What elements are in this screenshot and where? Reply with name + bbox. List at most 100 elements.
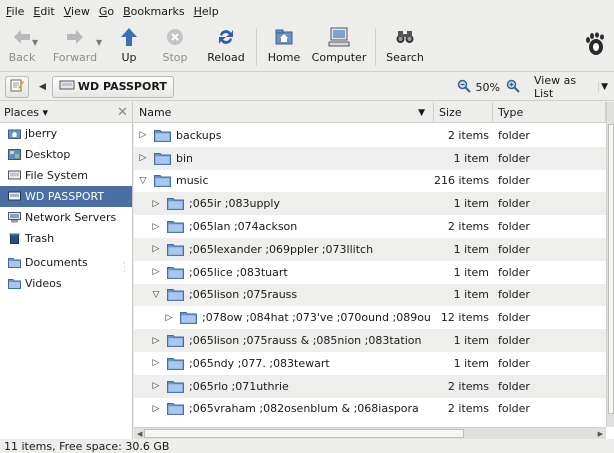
breadcrumb-scroll-left-icon[interactable]: ◀ bbox=[39, 82, 46, 92]
file-name: ;078ow ;084hat ;073've ;070ound ;089ou bbox=[202, 311, 431, 325]
sidebar-item-network-servers[interactable]: Network Servers bbox=[0, 207, 132, 228]
horizontal-scroll-thumb[interactable] bbox=[144, 429, 464, 438]
sidebar-item-trash[interactable]: Trash bbox=[0, 228, 132, 249]
breadcrumb-current[interactable]: WD PASSPORT bbox=[51, 75, 174, 98]
toolbar: Back ▼ Forward ▼ Up Stop Reload Home Com… bbox=[0, 22, 614, 72]
expander-collapsed-icon[interactable]: ▷ bbox=[150, 336, 162, 346]
menu-bookmarks[interactable]: Bookmarks bbox=[123, 5, 184, 18]
table-row[interactable]: ▽ ;065lison ;075rauss 1 item folder bbox=[134, 283, 606, 307]
table-row[interactable]: ▷ ;065lison ;075rauss & ;085nion ;083tati… bbox=[134, 329, 606, 352]
file-rows: ▷ backups 2 items folder ▷ bin 1 item folder ▽ mu… bbox=[134, 124, 606, 420]
sidebar-item-wd-passport[interactable]: WD PASSPORT bbox=[0, 186, 132, 207]
type-cell: folder bbox=[498, 288, 530, 302]
zoom-level[interactable]: 50% bbox=[476, 81, 500, 94]
places-dropdown[interactable]: Places ▾ bbox=[4, 106, 48, 119]
home-icon bbox=[273, 26, 295, 48]
sidebar-resize-grip-icon[interactable]: · · · bbox=[123, 260, 126, 276]
table-row[interactable]: ▷ ;065lice ;083tuart 1 item folder bbox=[134, 261, 606, 284]
expander-collapsed-icon[interactable]: ▷ bbox=[150, 358, 162, 368]
vertical-scrollbar[interactable] bbox=[606, 102, 614, 427]
expander-collapsed-icon[interactable]: ▷ bbox=[150, 222, 162, 232]
table-row[interactable]: ▷ ;065lexander ;069ppler ;073llitch 1 item… bbox=[134, 237, 606, 261]
expander-collapsed-icon[interactable]: ▷ bbox=[137, 130, 149, 140]
vertical-scroll-thumb[interactable] bbox=[608, 124, 614, 414]
toolbar-separator bbox=[256, 28, 257, 66]
expander-collapsed-icon[interactable]: ▷ bbox=[150, 244, 162, 254]
file-name: bin bbox=[176, 151, 194, 165]
name-cell: ▷ ;065ndy ;077. ;083tewart bbox=[134, 357, 434, 370]
folder-icon bbox=[167, 288, 184, 302]
expander-collapsed-icon[interactable]: ▷ bbox=[150, 267, 162, 277]
table-row[interactable]: ▷ ;078ow ;084hat ;073've ;070ound ;089ou 1… bbox=[134, 306, 606, 329]
table-row[interactable]: ▷ ;065vraham ;082osenblum & ;068iaspora 2 … bbox=[134, 398, 606, 421]
expander-collapsed-icon[interactable]: ▷ bbox=[163, 313, 175, 323]
table-row[interactable]: ▷ backups 2 items folder bbox=[134, 124, 606, 147]
sidebar-item-jberry[interactable]: jberry bbox=[0, 123, 132, 144]
menu-go[interactable]: Go bbox=[99, 5, 114, 18]
menu-help[interactable]: Help bbox=[194, 5, 219, 18]
view-mode-select[interactable]: View as List ▼ bbox=[528, 74, 610, 100]
file-name: ;065ir ;083upply bbox=[189, 197, 280, 211]
menu-file[interactable]: File bbox=[6, 5, 24, 18]
computer-button[interactable]: Computer bbox=[307, 22, 371, 70]
horizontal-scrollbar[interactable]: ◀ ▶ bbox=[134, 427, 606, 439]
gnome-foot-logo-icon bbox=[584, 32, 606, 59]
expander-expanded-icon[interactable]: ▽ bbox=[137, 176, 149, 186]
binoculars-icon bbox=[394, 26, 416, 48]
close-sidebar-icon[interactable]: ✕ bbox=[117, 105, 128, 120]
name-cell: ▷ ;078ow ;084hat ;073've ;070ound ;089ou bbox=[134, 311, 434, 325]
table-row[interactable]: ▷ ;065rlo ;071uthrie 2 items folder bbox=[134, 374, 606, 398]
sidebar-item-videos[interactable]: Videos bbox=[0, 273, 132, 294]
column-header-type[interactable]: Type bbox=[493, 102, 606, 123]
home-button[interactable]: Home bbox=[261, 22, 307, 70]
file-name: ;065lison ;075rauss bbox=[189, 288, 298, 302]
expander-collapsed-icon[interactable]: ▷ bbox=[137, 153, 149, 163]
back-dropdown-icon[interactable]: ▼ bbox=[32, 38, 38, 47]
table-row[interactable]: ▽ music 216 items folder bbox=[134, 170, 606, 193]
menu-edit[interactable]: Edit bbox=[33, 5, 54, 18]
expander-expanded-icon[interactable]: ▽ bbox=[150, 290, 162, 300]
sidebar-items: jberry Desktop File System WD PASSPORT Netwo… bbox=[0, 123, 132, 294]
menu-view[interactable]: View bbox=[64, 5, 90, 18]
forward-button[interactable]: Forward ▼ bbox=[42, 22, 108, 70]
table-row[interactable]: ▷ bin 1 item folder bbox=[134, 146, 606, 170]
forward-dropdown-icon[interactable]: ▼ bbox=[96, 38, 102, 47]
status-text: 11 items, Free space: 30.6 GB bbox=[4, 439, 170, 453]
type-cell: folder bbox=[498, 242, 530, 256]
type-cell: folder bbox=[498, 334, 530, 348]
file-name: ;065lice ;083tuart bbox=[189, 265, 288, 279]
expander-collapsed-icon[interactable]: ▷ bbox=[150, 404, 162, 414]
folder-icon bbox=[167, 243, 184, 256]
zoom-controls: 50% View as List ▼ bbox=[457, 73, 610, 101]
chevron-down-icon: ▼ bbox=[598, 82, 610, 92]
reload-button[interactable]: Reload bbox=[200, 22, 252, 70]
stop-button[interactable]: Stop bbox=[150, 22, 200, 70]
name-cell: ▷ ;065rlo ;071uthrie bbox=[134, 380, 434, 393]
table-row[interactable]: ▷ ;065lan ;074ackson 2 items folder bbox=[134, 215, 606, 238]
search-button[interactable]: Search bbox=[380, 22, 430, 70]
status-bar: 11 items, Free space: 30.6 GB bbox=[0, 439, 614, 453]
back-button[interactable]: Back ▼ bbox=[2, 22, 42, 70]
folder-icon bbox=[180, 311, 197, 325]
expander-collapsed-icon[interactable]: ▷ bbox=[150, 381, 162, 391]
column-header-size[interactable]: Size bbox=[434, 102, 493, 123]
up-button[interactable]: Up bbox=[108, 22, 150, 70]
sidebar-item-desktop[interactable]: Desktop bbox=[0, 144, 132, 165]
size-cell: 12 items bbox=[440, 311, 489, 325]
expander-collapsed-icon[interactable]: ▷ bbox=[150, 199, 162, 209]
size-cell: 2 items bbox=[447, 220, 489, 234]
zoom-in-icon[interactable] bbox=[506, 79, 520, 96]
table-row[interactable]: ▷ ;065ir ;083upply 1 item folder bbox=[134, 192, 606, 216]
location-toggle-button[interactable] bbox=[5, 75, 29, 98]
column-header-name[interactable]: Name ▼ bbox=[134, 102, 434, 123]
type-cell: folder bbox=[498, 220, 530, 234]
sidebar-item-documents[interactable]: Documents bbox=[0, 252, 132, 273]
scroll-right-icon[interactable]: ▶ bbox=[595, 430, 606, 438]
table-row[interactable]: ▷ ;065ndy ;077. ;083tewart 1 item folder bbox=[134, 352, 606, 375]
column-headers: Name ▼ Size Type bbox=[134, 102, 614, 123]
sidebar-item-file-system[interactable]: File System bbox=[0, 165, 132, 186]
name-cell: ▷ ;065lison ;075rauss & ;085nion ;083tati… bbox=[134, 334, 434, 348]
computer-icon bbox=[328, 26, 350, 48]
zoom-out-icon[interactable] bbox=[457, 79, 471, 96]
name-cell: ▷ bin bbox=[134, 152, 434, 165]
